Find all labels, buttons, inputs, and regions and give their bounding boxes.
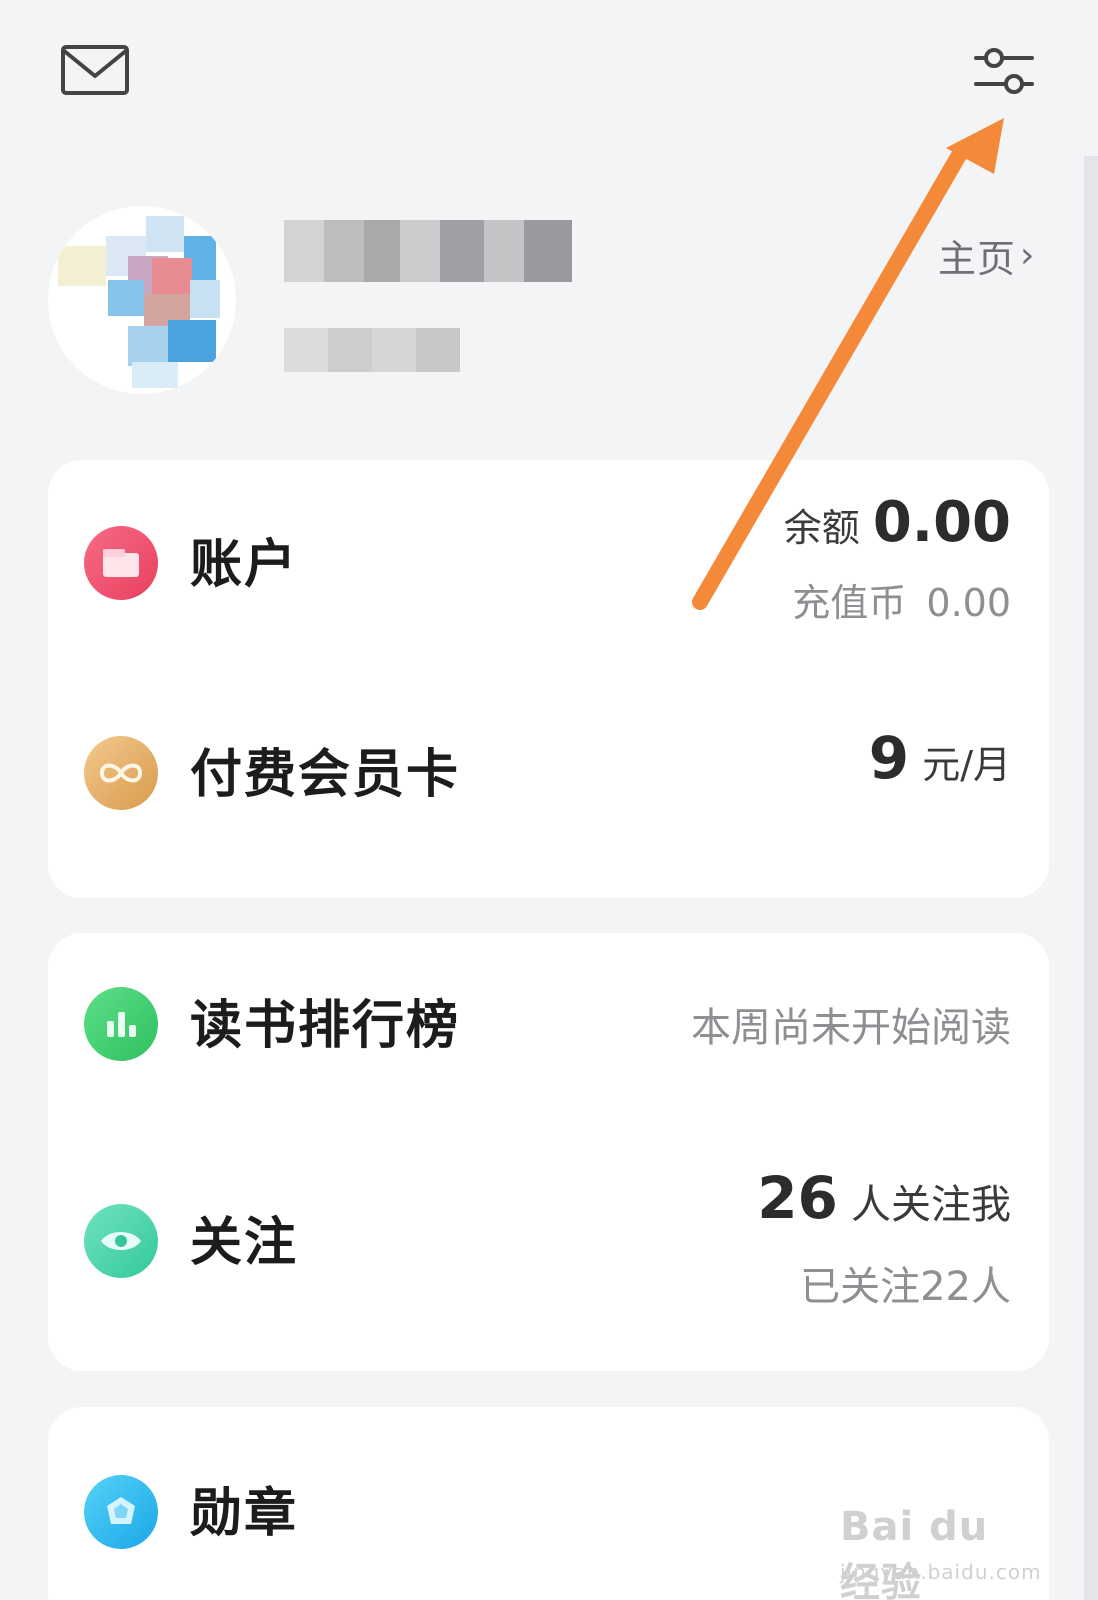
membership-row[interactable]: 付费会员卡 9 元/月 (48, 710, 1049, 850)
account-title: 账户 (190, 535, 299, 595)
balance-value: 0.00 (872, 490, 1011, 555)
membership-price: 9 (868, 724, 910, 792)
chevron-right-icon: › (1020, 235, 1036, 276)
membership-unit: 元/月 (922, 743, 1011, 787)
wallet-card: 账户 余额 0.00 充值币 0.00 付费会员卡 9 元/月 (48, 460, 1049, 898)
ranking-status: 本周尚未开始阅读 (691, 1005, 1011, 1051)
infinity-icon (84, 736, 158, 810)
coins-value: 0.00 (926, 581, 1011, 625)
social-card: 读书排行榜 本周尚未开始阅读 关注 26 人关注我 已关注22人 (48, 933, 1049, 1371)
ranking-title: 读书排行榜 (190, 996, 461, 1056)
sliders-icon (974, 48, 1034, 94)
homepage-label: 主页 (938, 237, 1017, 281)
mail-button[interactable] (60, 44, 132, 98)
following-text: 已关注22人 (800, 1264, 1011, 1310)
account-row[interactable]: 账户 余额 0.00 充值币 0.00 (48, 490, 1049, 670)
followers-count: 26 (757, 1164, 838, 1232)
scrollbar[interactable] (1084, 156, 1098, 1600)
membership-title: 付费会员卡 (190, 745, 461, 805)
settings-button[interactable] (968, 40, 1040, 102)
follow-title: 关注 (190, 1213, 299, 1273)
mail-icon (61, 45, 129, 95)
watermark: Bai du 经验 jingyan.baidu.com (840, 1486, 1042, 1600)
wallet-icon (84, 526, 158, 600)
homepage-link[interactable]: 主页 › (938, 228, 1035, 283)
username-blurred (284, 220, 572, 282)
badges-title: 勋章 (190, 1484, 299, 1544)
followers-label: 人关注我 (851, 1182, 1011, 1228)
bar-chart-icon (84, 987, 158, 1061)
watermark-brand: Bai du 经验 (840, 1504, 989, 1600)
user-subtitle-blurred (284, 328, 460, 372)
follow-row[interactable]: 关注 26 人关注我 已关注22人 (48, 1158, 1049, 1348)
badge-icon (84, 1475, 158, 1549)
avatar[interactable] (48, 206, 236, 394)
coins-label: 充值币 (792, 581, 907, 625)
eye-icon (84, 1204, 158, 1278)
watermark-url: jingyan.baidu.com (840, 1560, 1042, 1584)
ranking-row[interactable]: 读书排行榜 本周尚未开始阅读 (48, 973, 1049, 1113)
balance-label: 余额 (783, 506, 860, 550)
